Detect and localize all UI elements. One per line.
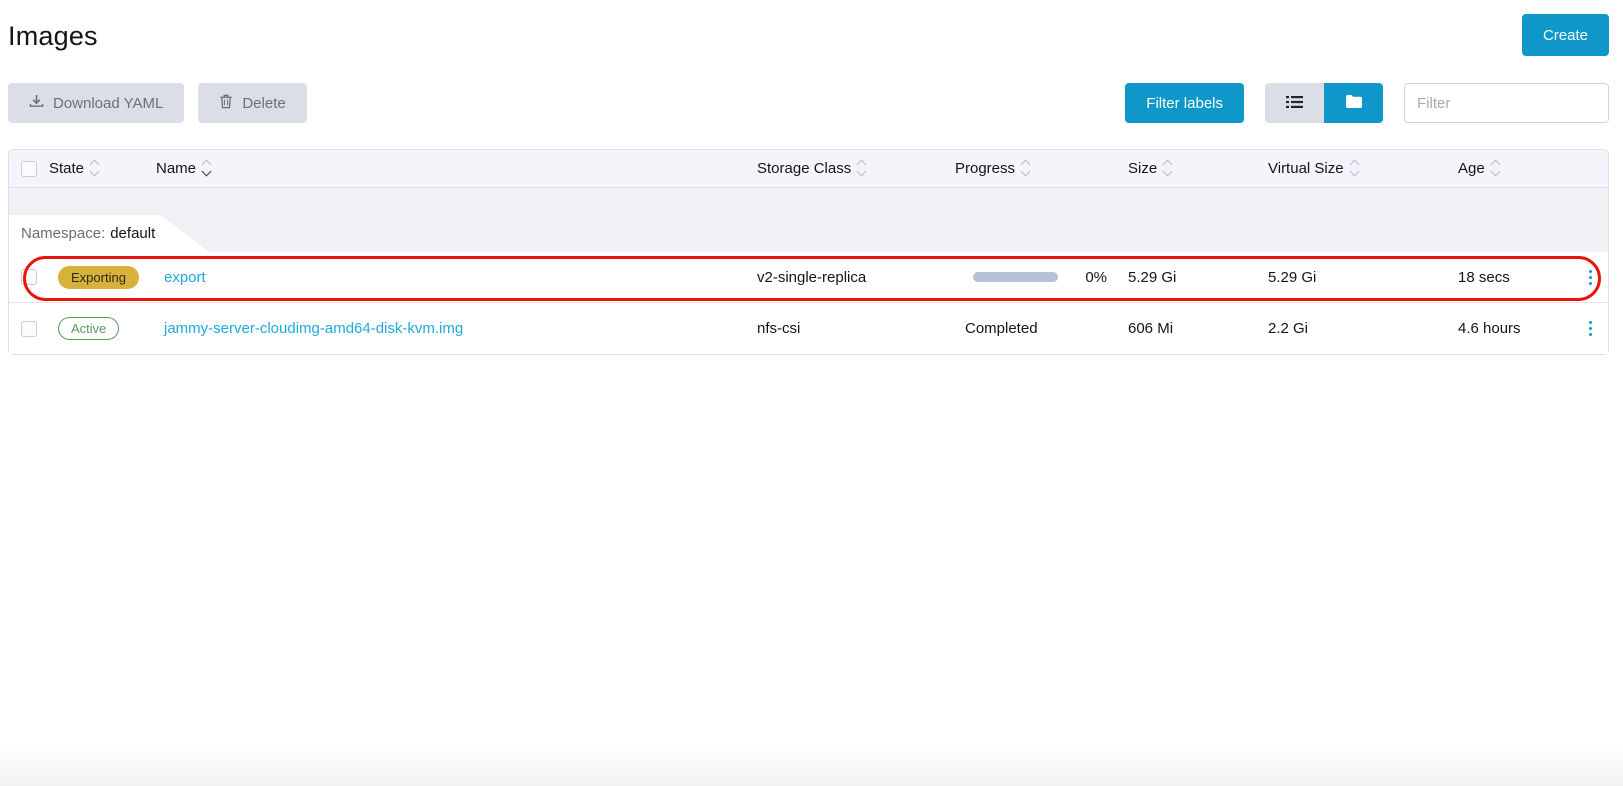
progress-cell: Completed — [947, 320, 1117, 337]
image-name-link[interactable]: jammy-server-cloudimg-amd64-disk-kvm.img — [164, 320, 463, 337]
table-header-row: State Name Storage Class Progress Size V… — [9, 150, 1608, 188]
page-header: Images Create — [8, 14, 1609, 56]
table-row: Active jammy-server-cloudimg-amd64-disk-… — [9, 303, 1608, 354]
list-view-icon — [1286, 95, 1303, 112]
trash-icon — [219, 94, 233, 113]
list-view-button[interactable] — [1265, 83, 1324, 123]
page-title: Images — [8, 21, 98, 52]
select-all-checkbox[interactable] — [21, 161, 37, 177]
image-name-link[interactable]: export — [164, 269, 206, 286]
sort-carets-icon — [203, 161, 210, 175]
download-yaml-button[interactable]: Download YAML — [8, 83, 184, 123]
age-cell: 4.6 hours — [1447, 320, 1572, 337]
images-table: State Name Storage Class Progress Size V… — [8, 149, 1609, 355]
table-row: Exporting export v2-single-replica 0% 5.… — [9, 252, 1608, 303]
row-checkbox[interactable] — [21, 321, 37, 337]
sort-carets-icon — [858, 161, 865, 175]
delete-button[interactable]: Delete — [198, 83, 306, 123]
column-header-age[interactable]: Age — [1447, 160, 1572, 177]
select-all-cell — [9, 161, 49, 177]
sort-carets-icon — [1351, 161, 1358, 175]
column-header-storage-class[interactable]: Storage Class — [749, 160, 947, 177]
storage-class-cell: nfs-csi — [749, 320, 947, 337]
row-actions-cell — [1572, 315, 1608, 342]
size-cell: 606 Mi — [1117, 320, 1257, 337]
sort-carets-icon — [91, 161, 98, 175]
folder-view-button[interactable] — [1324, 83, 1383, 123]
download-icon — [29, 94, 44, 113]
delete-label: Delete — [242, 95, 285, 112]
images-page: Images Create Download YAML Delete — [0, 0, 1623, 355]
column-header-name[interactable]: Name — [156, 160, 749, 177]
namespace-group-label: Namespace: — [21, 225, 105, 242]
column-header-progress[interactable]: Progress — [947, 160, 1117, 177]
progress-bar — [973, 272, 1058, 282]
progress-cell: 0% — [947, 269, 1117, 286]
filter-labels-button[interactable]: Filter labels — [1125, 83, 1244, 123]
bulk-actions: Download YAML Delete — [8, 83, 307, 123]
status-badge: Exporting — [58, 266, 139, 289]
status-badge: Active — [58, 317, 119, 340]
sort-carets-icon — [1492, 161, 1499, 175]
folder-view-icon — [1346, 95, 1362, 111]
progress-percent: 0% — [1085, 269, 1107, 286]
kebab-menu-icon[interactable] — [1572, 264, 1608, 291]
virtual-size-cell: 2.2 Gi — [1257, 320, 1447, 337]
sort-carets-icon — [1164, 161, 1171, 175]
namespace-group-value: default — [110, 225, 155, 242]
column-header-virtual-size[interactable]: Virtual Size — [1257, 160, 1447, 177]
column-header-size[interactable]: Size — [1117, 160, 1257, 177]
actions-row: Download YAML Delete Filter labels — [8, 83, 1609, 123]
name-cell: jammy-server-cloudimg-amd64-disk-kvm.img — [156, 320, 749, 337]
sort-carets-icon — [1022, 161, 1029, 175]
row-checkbox[interactable] — [21, 269, 37, 285]
namespace-group-row: Namespace: default — [9, 188, 1608, 252]
row-actions-cell — [1572, 264, 1608, 291]
size-cell: 5.29 Gi — [1117, 269, 1257, 286]
name-cell: export — [156, 269, 749, 286]
kebab-menu-icon[interactable] — [1572, 315, 1608, 342]
filter-input[interactable] — [1404, 83, 1609, 123]
view-toggle — [1265, 83, 1383, 123]
age-cell: 18 secs — [1447, 269, 1572, 286]
column-header-state[interactable]: State — [49, 160, 156, 177]
row-checkbox-cell — [9, 269, 49, 285]
namespace-group-tab: Namespace: default — [9, 215, 209, 252]
virtual-size-cell: 5.29 Gi — [1257, 269, 1447, 286]
create-button[interactable]: Create — [1522, 14, 1609, 56]
storage-class-cell: v2-single-replica — [749, 269, 947, 286]
row-checkbox-cell — [9, 321, 49, 337]
state-cell: Active — [49, 317, 156, 340]
state-cell: Exporting — [49, 266, 156, 289]
filter-actions: Filter labels — [1125, 83, 1609, 123]
download-yaml-label: Download YAML — [53, 95, 163, 112]
